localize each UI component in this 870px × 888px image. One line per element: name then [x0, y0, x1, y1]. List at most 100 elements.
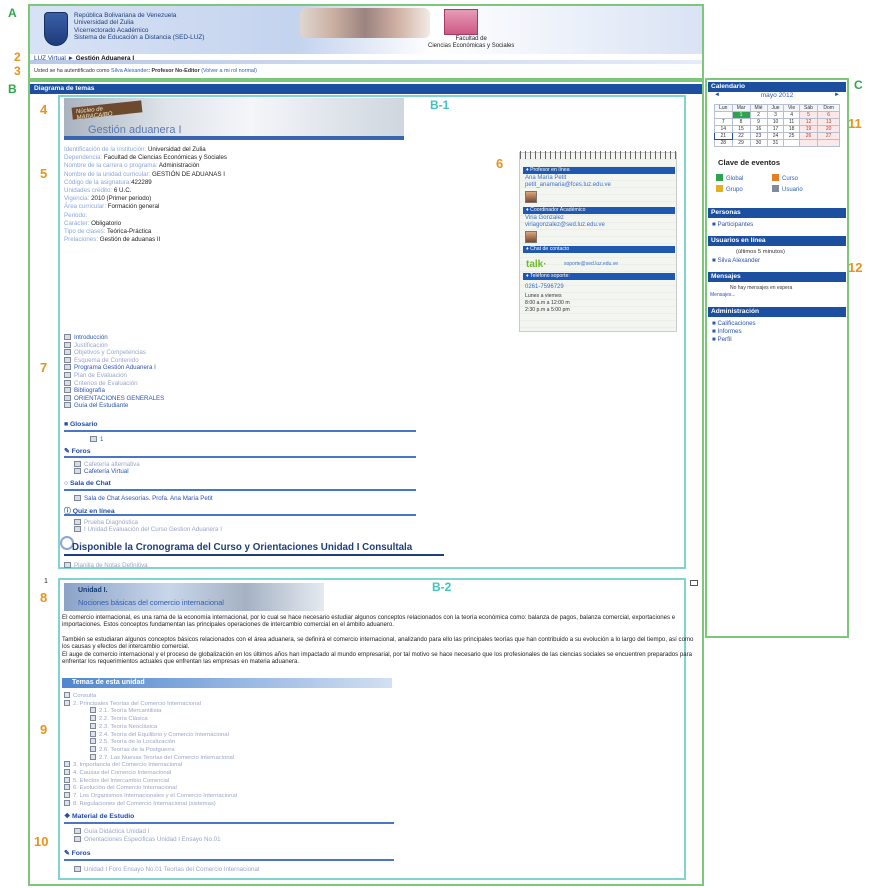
resource-link[interactable]: Plan de Evaluación	[64, 372, 127, 379]
calendar-day[interactable]: 27	[817, 132, 840, 140]
calendar-day[interactable]: 4	[783, 111, 800, 119]
document-icon	[64, 379, 71, 386]
calendar-day[interactable]: 6	[817, 111, 840, 119]
calendar-day[interactable]: 1	[731, 111, 751, 119]
university-crest-icon	[44, 12, 68, 46]
return-role-link[interactable]: (Volver a mi rol normal)	[201, 68, 257, 74]
calendar-day[interactable]: 26	[798, 132, 819, 140]
calendar-day[interactable]: 18	[783, 125, 800, 133]
info-key: Área curricular:	[64, 203, 106, 211]
next-month-icon[interactable]: ►	[834, 92, 840, 98]
section-toggle-icon[interactable]	[690, 580, 698, 586]
calendar-day[interactable]: 9	[749, 118, 768, 126]
schedule-link[interactable]: Disponible la Cronograma del Curso y Ori…	[72, 542, 412, 553]
month-label[interactable]: mayo 2012	[761, 92, 794, 99]
calendar-day[interactable]: 31	[766, 139, 785, 147]
calendar-day[interactable]: 23	[749, 132, 768, 140]
calendar-day[interactable]: 3	[766, 111, 785, 119]
calendar-day[interactable]: 11	[783, 118, 800, 126]
foros-section[interactable]: ✎ Foros	[64, 447, 90, 455]
calendar-day[interactable]: 30	[749, 139, 768, 147]
calendar-day[interactable]: 13	[817, 118, 840, 126]
resource-link[interactable]: ORIENTACIONES GENERALES	[64, 394, 164, 402]
course-banner-title: Gestión aduanera I	[88, 124, 182, 136]
participants-link[interactable]: ■ Participantes	[712, 221, 753, 228]
calendar-day[interactable]	[783, 139, 800, 147]
calendar-day[interactable]	[817, 139, 840, 147]
calendar-day[interactable]: 29	[731, 139, 751, 147]
calendar-day[interactable]: 5	[798, 111, 819, 119]
forum-essay-link[interactable]: Unidad I Foro Ensayo No.01 Teorías del C…	[74, 866, 259, 873]
event-key-0[interactable]: Global	[716, 174, 743, 182]
annotation-7: 7	[40, 360, 48, 375]
foros2-section[interactable]: ✎ Foros	[64, 849, 90, 857]
calendar-day[interactable]	[798, 139, 819, 147]
resource-link[interactable]: Guía del Estudiante	[64, 402, 128, 409]
coordinator-email-link[interactable]: viriagonzalez@sed.luz.edu.ve	[525, 222, 605, 229]
calendar-day[interactable]: 16	[749, 125, 768, 133]
chat-room-link[interactable]: Sala de Chat Asesorías. Profa. Ana María…	[74, 495, 213, 502]
calendar-day[interactable]: 28	[714, 139, 733, 147]
event-key-3[interactable]: Usuario	[772, 185, 803, 193]
calendar-day[interactable]: 8	[731, 118, 751, 126]
calendar-day[interactable]: 14	[714, 125, 733, 133]
unit-title: Nociones básicas del comercio internacio…	[78, 598, 224, 607]
calendar-day[interactable]: 15	[731, 125, 751, 133]
messages-link[interactable]: Mensajes...	[710, 292, 736, 298]
info-row: Nombre de la unidad curricular: GESTIÓN …	[64, 171, 227, 179]
event-color-icon	[716, 174, 723, 181]
calendar-day[interactable]: 20	[817, 125, 840, 133]
admin-profile-link[interactable]: ■ Perfil	[712, 336, 732, 343]
resource-link[interactable]: Introducción	[64, 334, 108, 341]
coordinator-name-link[interactable]: Viria Gonzalez	[525, 215, 564, 222]
calendar-day[interactable]: 19	[798, 125, 819, 133]
resource-link[interactable]: Justificación	[64, 341, 108, 349]
admin-reports-link[interactable]: ■ Informes	[712, 328, 742, 335]
resource-link[interactable]: Esquema de Contenido	[64, 356, 139, 364]
quiz-item-2[interactable]: I Unidad Evaluación del Curso Gestion Ad…	[74, 526, 222, 533]
document-icon	[90, 738, 96, 745]
people-header: Personas	[708, 208, 846, 218]
document-icon	[64, 341, 71, 348]
topic-link[interactable]: 8. Regulaciones del Comercio Internacion…	[64, 799, 216, 808]
chat-section[interactable]: ○ Sala de Chat	[64, 480, 111, 487]
prev-month-icon[interactable]: ◄	[714, 92, 720, 98]
section-number: 1	[44, 578, 48, 585]
calendar-day[interactable]: 17	[766, 125, 785, 133]
calendar-day[interactable]: 7	[714, 118, 733, 126]
online-user-link[interactable]: ■ Silva Alexander	[712, 257, 760, 264]
resource-link[interactable]: Objetivos y Competencias	[64, 349, 146, 356]
annotation-8: 8	[40, 590, 48, 605]
teacher-name-link[interactable]: Ana María Petit	[525, 175, 566, 182]
calendar-day[interactable]: 10	[766, 118, 785, 126]
login-user-link[interactable]: Silva Alexander	[111, 68, 148, 74]
resource-link[interactable]: Criterios de Evaluación	[64, 379, 138, 387]
teacher-email-link[interactable]: petit_anamaria@fces.luz.edu.ve	[525, 182, 611, 189]
glosario-section[interactable]: ■ Glosario	[64, 421, 98, 428]
calendar-day[interactable]: 2	[749, 111, 768, 119]
forum-item-2[interactable]: Cafetería Virtual	[74, 468, 129, 475]
calendar-day[interactable]: 25	[783, 132, 800, 140]
calendar-day[interactable]: 21	[714, 132, 733, 140]
info-key: Dependencia:	[64, 154, 103, 162]
grades-sheet-link[interactable]: Planilla de Notas Definitiva	[64, 562, 148, 569]
event-key-1[interactable]: Curso	[772, 174, 798, 182]
event-key-2[interactable]: Grupo	[716, 185, 743, 193]
resource-link[interactable]: Bibliografía	[64, 387, 105, 394]
resource-link[interactable]: Programa Gestión Aduanera I	[64, 364, 156, 371]
info-row: Código de la asignatura:422289	[64, 179, 227, 187]
calendar-day[interactable]: 24	[766, 132, 785, 140]
admin-grades-link[interactable]: ■ Calificaciones	[712, 320, 756, 327]
annotation-B: B	[8, 82, 17, 96]
material-item-2[interactable]: Orientaciones Especificas Unidad I Ensay…	[74, 836, 221, 843]
calendar-day[interactable]: 22	[731, 132, 751, 140]
talk-logo[interactable]: talk·	[526, 259, 547, 270]
calendar-day[interactable]: 12	[798, 118, 819, 126]
quiz-icon	[74, 519, 81, 525]
support-email-link[interactable]: soporte@sed.luz.edu.ve	[564, 261, 618, 268]
document-icon	[90, 745, 96, 752]
material-section[interactable]: ❖ Material de Estudio	[64, 812, 134, 820]
material-item-1[interactable]: Guía Didáctica Unidad I	[74, 828, 149, 835]
info-row: Área curricular: Formación general	[64, 203, 227, 211]
calendar-day[interactable]	[714, 111, 733, 119]
